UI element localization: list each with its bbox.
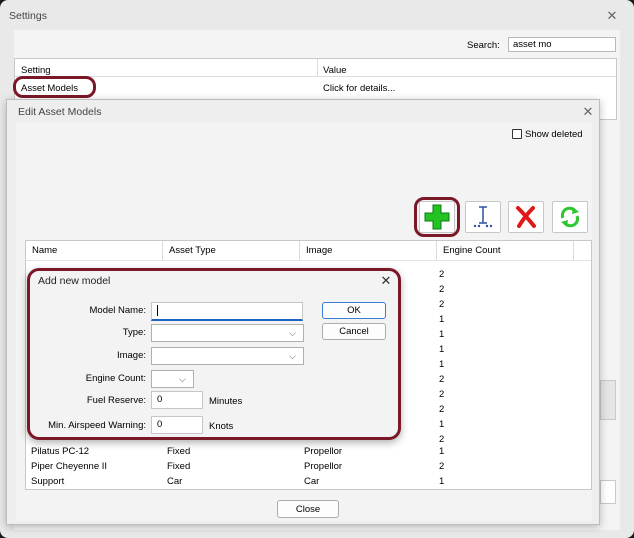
model-name-label: Model Name: <box>89 305 147 316</box>
close-button[interactable]: Close <box>277 500 339 518</box>
engine-count-column: 2 2 2 1 1 1 1 2 2 2 1 2 <box>439 267 469 447</box>
delete-model-button[interactable] <box>508 201 544 233</box>
row-type: Car <box>167 476 183 487</box>
close-icon[interactable]: ✕ <box>604 9 620 22</box>
model-name-input[interactable] <box>151 302 303 321</box>
engine-count-cell: 1 <box>439 329 445 340</box>
fuel-reserve-unit: Minutes <box>209 396 243 407</box>
show-deleted-checkbox[interactable] <box>512 129 522 139</box>
engine-count-select[interactable]: ⌵ <box>151 370 194 388</box>
row-name: Pilatus PC-12 <box>31 446 90 457</box>
chevron-down-icon: ⌵ <box>289 351 296 361</box>
row-engines: 1 <box>439 446 445 457</box>
table-row[interactable]: Support Car Car 1 <box>26 474 591 489</box>
col-divider <box>317 59 318 77</box>
settings-side-panel <box>600 380 616 420</box>
image-label: Image: <box>116 350 146 361</box>
table-row[interactable]: Pilatus PC-12 Fixed Propellor 1 <box>26 444 591 459</box>
col-setting-header: Setting <box>21 65 51 76</box>
add-new-model-dialog: Add new model ✕ Model Name: Type: ⌵ Imag… <box>27 268 401 440</box>
engine-count-cell: 1 <box>439 359 445 370</box>
ok-button[interactable]: OK <box>322 302 386 319</box>
col-value-header: Value <box>323 65 347 76</box>
row-image: Propellor <box>304 446 343 457</box>
col-engine-count-header[interactable]: Engine Count <box>437 241 574 261</box>
engine-count-cell: 2 <box>439 284 445 295</box>
table-row[interactable]: Piper Cheyenne II Fixed Propellor 2 <box>26 459 591 474</box>
row-type: Fixed <box>167 461 191 472</box>
engine-count-cell: 2 <box>439 389 445 400</box>
row-image: Propellor <box>304 461 343 472</box>
row-name: Piper Cheyenne II <box>31 461 108 472</box>
cancel-button[interactable]: Cancel <box>322 323 386 340</box>
red-x-icon <box>516 206 536 228</box>
engine-count-cell: 1 <box>439 419 445 430</box>
row-engines: 1 <box>439 476 445 487</box>
show-deleted-label: Show deleted <box>525 129 583 140</box>
fuel-reserve-input[interactable]: 0 <box>151 391 203 409</box>
edit-dialog-close-icon[interactable]: ✕ <box>580 105 596 118</box>
chevron-down-icon: ⌵ <box>289 328 296 338</box>
edit-cursor-icon <box>473 206 493 228</box>
setting-row-value[interactable]: Click for details... <box>323 83 395 94</box>
settings-side-button <box>600 480 616 504</box>
min-airspeed-unit: Knots <box>209 421 234 432</box>
row-name: Support <box>31 476 65 487</box>
row-image: Car <box>304 476 320 487</box>
engine-count-cell: 2 <box>439 299 445 310</box>
refresh-button[interactable] <box>552 201 588 233</box>
min-airspeed-input[interactable]: 0 <box>151 416 203 434</box>
edit-model-button[interactable] <box>465 201 501 233</box>
engine-count-cell: 1 <box>439 314 445 325</box>
engine-count-label: Engine Count: <box>85 373 146 384</box>
col-image-header[interactable]: Image <box>300 241 437 261</box>
fuel-reserve-label: Fuel Reserve: <box>86 395 146 406</box>
refresh-icon <box>560 206 580 228</box>
add-dialog-title: Add new model <box>38 275 111 287</box>
col-name-header[interactable]: Name <box>26 241 163 261</box>
search-input[interactable]: asset mo <box>508 37 616 52</box>
col-asset-type-header[interactable]: Asset Type <box>163 241 300 261</box>
text-cursor <box>157 305 158 316</box>
engine-count-cell: 1 <box>439 344 445 355</box>
engine-count-cell: 2 <box>439 374 445 385</box>
edit-dialog-title: Edit Asset Models <box>18 106 102 118</box>
settings-table-header <box>15 59 616 77</box>
type-label: Type: <box>122 327 146 338</box>
row-type: Fixed <box>167 446 191 457</box>
engine-count-cell: 2 <box>439 269 445 280</box>
add-button-highlight <box>414 197 460 237</box>
asset-models-highlight <box>13 76 96 98</box>
chevron-down-icon: ⌵ <box>179 374 186 384</box>
search-label: Search: <box>467 40 500 51</box>
row-engines: 2 <box>439 461 445 472</box>
type-select[interactable]: ⌵ <box>151 324 304 342</box>
min-airspeed-label: Min. Airspeed Warning: <box>48 420 146 431</box>
engine-count-cell: 2 <box>439 404 445 415</box>
add-dialog-close-icon[interactable]: ✕ <box>378 274 394 287</box>
settings-title: Settings <box>9 10 47 22</box>
image-select[interactable]: ⌵ <box>151 347 304 365</box>
